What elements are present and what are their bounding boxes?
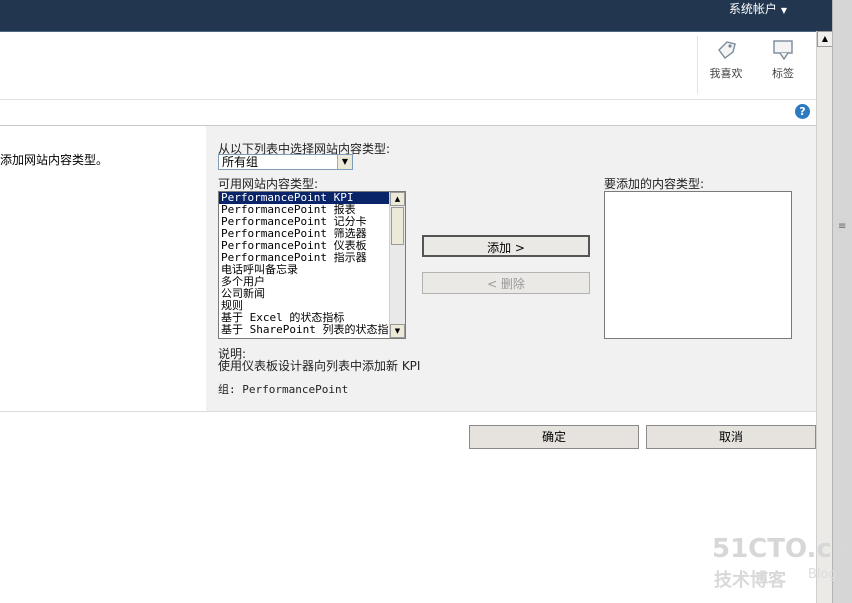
ribbon-divider xyxy=(697,36,698,94)
list-item[interactable]: PerformancePoint 仪表板 xyxy=(219,240,389,252)
grip-icon[interactable]: ≡ xyxy=(838,222,848,232)
cancel-button[interactable]: 取消 xyxy=(646,425,816,449)
status-bar: ? xyxy=(0,99,816,126)
thumbs-up-tag-icon xyxy=(718,41,736,59)
chevron-down-icon[interactable]: ▼ xyxy=(337,155,352,169)
scroll-down-icon[interactable]: ▼ xyxy=(390,324,405,338)
ribbon: 我喜欢 标签 xyxy=(0,32,816,98)
account-label: 系统帐户 xyxy=(728,2,777,16)
window-scrollbar[interactable]: ≡ xyxy=(832,0,852,603)
list-item[interactable]: 多个用户 xyxy=(219,276,389,288)
list-scrollbar[interactable]: ▲ ▼ xyxy=(389,192,405,338)
available-label: 可用网站内容类型: xyxy=(218,177,319,191)
to-add-label: 要添加的内容类型: xyxy=(604,177,705,191)
list-item[interactable]: 基于 Excel 的状态指标 xyxy=(219,312,389,324)
watermark-subtitle: 技术博客 xyxy=(714,570,786,591)
list-item[interactable]: 基于 SharePoint 列表的状态指 xyxy=(219,324,389,336)
content-types-to-add-list[interactable] xyxy=(604,191,792,339)
chevron-down-icon: ▼ xyxy=(780,6,787,15)
top-bar: 系统帐户 ▼ xyxy=(0,0,832,32)
group-select-value: 所有组 xyxy=(222,155,259,169)
list-item[interactable]: 电话呼叫备忘录 xyxy=(219,264,389,276)
divider xyxy=(0,411,816,412)
list-item[interactable]: PerformancePoint 筛选器 xyxy=(219,228,389,240)
list-item[interactable]: PerformancePoint 报表 xyxy=(219,204,389,216)
i-like-it-label: 我喜欢 xyxy=(709,67,743,80)
available-content-types-list[interactable]: PerformancePoint KPI PerformancePoint 报表 P… xyxy=(218,191,406,339)
help-icon[interactable]: ? xyxy=(795,104,810,119)
add-button[interactable]: 添加 > xyxy=(422,235,590,257)
list-item[interactable]: PerformancePoint 指示器 xyxy=(219,252,389,264)
page-scrollbar[interactable]: ▲ xyxy=(816,31,833,603)
remove-button[interactable]: < 删除 xyxy=(422,272,590,294)
scroll-thumb[interactable] xyxy=(391,207,404,245)
section-description: 添加网站内容类型。 xyxy=(0,153,109,167)
group-select[interactable]: 所有组 ▼ xyxy=(218,154,353,170)
content-type-form: 从以下列表中选择网站内容类型: 所有组 ▼ 可用网站内容类型: Performa… xyxy=(206,126,816,411)
list-item[interactable]: 规则 xyxy=(219,300,389,312)
list-item[interactable]: 公司新闻 xyxy=(219,288,389,300)
ok-button[interactable]: 确定 xyxy=(469,425,639,449)
i-like-it-button[interactable]: 我喜欢 xyxy=(704,36,748,81)
scroll-up-icon[interactable]: ▲ xyxy=(390,192,405,206)
description-text: 使用仪表板设计器向列表中添加新 KPI xyxy=(218,359,421,373)
scroll-up-icon[interactable]: ▲ xyxy=(817,31,833,47)
tag-note-icon xyxy=(773,40,793,61)
group-text: 组: PerformancePoint xyxy=(218,383,349,396)
list-item[interactable]: PerformancePoint 记分卡 xyxy=(219,216,389,228)
tags-label: 标签 xyxy=(772,67,794,80)
tags-and-notes-button[interactable]: 标签 xyxy=(761,36,805,81)
account-menu[interactable]: 系统帐户 ▼ xyxy=(729,0,787,17)
watermark-logo: 51CTO.com xyxy=(712,534,852,564)
watermark-blog: Blog xyxy=(808,567,837,582)
list-item[interactable]: PerformancePoint KPI xyxy=(219,192,389,204)
